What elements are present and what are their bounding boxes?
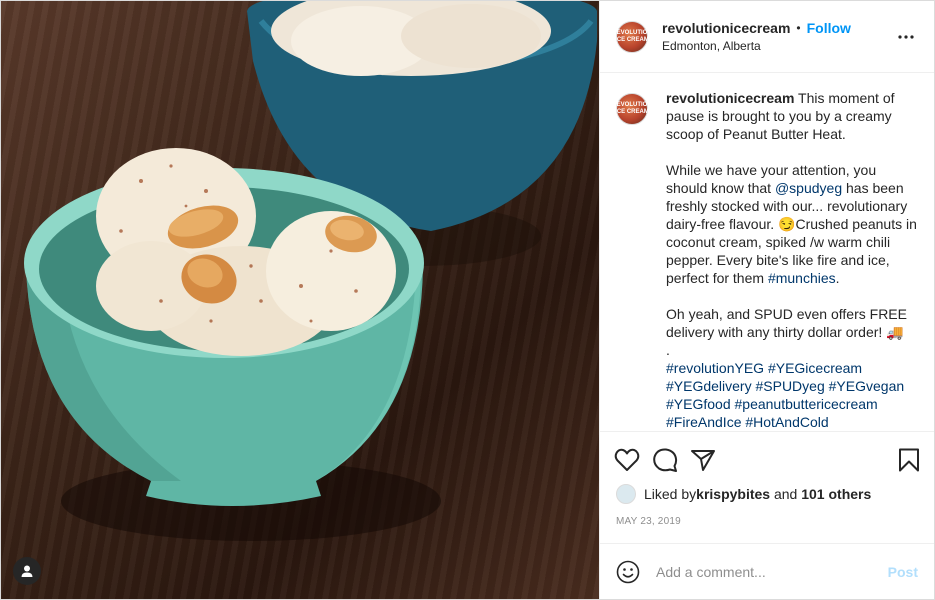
hashtag-link[interactable]: #munchies — [768, 270, 836, 286]
hashtag-link[interactable]: #YEGdelivery — [666, 378, 752, 394]
liker-username[interactable]: krispybites — [696, 486, 770, 502]
smiley-icon[interactable] — [616, 560, 640, 584]
hashtag-link[interactable]: #peanutbuttericecream — [735, 396, 878, 412]
action-icons — [614, 440, 920, 480]
likes-prefix: Liked by — [644, 486, 697, 502]
save-button[interactable] — [880, 440, 920, 480]
post-photo[interactable] — [1, 1, 599, 599]
bookmark-icon — [899, 448, 919, 472]
hashtag-link[interactable]: #YEGvegan — [829, 378, 905, 394]
likes-summary: Liked by krispybites and 101 others — [616, 484, 918, 504]
user-tag-button[interactable] — [13, 557, 41, 585]
follow-button[interactable]: Follow — [807, 20, 851, 36]
hashtag-link[interactable]: #YEGfood — [666, 396, 731, 412]
post-date[interactable]: MAY 23, 2019 — [616, 516, 918, 527]
post-comment-button[interactable]: Post — [888, 564, 918, 580]
add-comment-bar: Post — [600, 543, 934, 599]
comment-input[interactable] — [656, 563, 888, 580]
hashtag-link[interactable]: #SPUDyeg — [755, 378, 824, 394]
hashtag-link[interactable]: #HotAndCold — [745, 414, 828, 430]
caption-text: revolutionicecream This moment of pause … — [666, 89, 918, 431]
username-link[interactable]: revolutionicecream — [662, 20, 790, 36]
avatar-text: REVOLUTION ICE CREAM — [612, 29, 652, 43]
more-options-button[interactable] — [894, 25, 918, 49]
caption: REVOLUTION ICE CREAM revolutionicecream … — [612, 89, 918, 431]
avatar[interactable]: REVOLUTION ICE CREAM — [612, 20, 652, 53]
caption-paragraph-3: Oh yeah, and SPUD even offers FREE deliv… — [666, 306, 911, 340]
post-header: REVOLUTION ICE CREAM revolutionicecream … — [600, 1, 934, 73]
user-tag-icon — [21, 565, 33, 577]
post-header-row: revolutionicecream • Follow — [662, 20, 894, 36]
ice-cream-bowls-illustration — [24, 1, 597, 541]
paper-plane-icon — [691, 450, 715, 471]
location-link[interactable]: Edmonton, Alberta — [662, 39, 894, 53]
mention-link[interactable]: @spudyeg — [775, 180, 842, 196]
comments-area[interactable]: REVOLUTION ICE CREAM revolutionicecream … — [600, 73, 934, 431]
like-button[interactable] — [614, 440, 654, 480]
caption-period: . — [835, 270, 840, 286]
post-side-panel: REVOLUTION ICE CREAM revolutionicecream … — [599, 1, 934, 599]
likes-middle: and — [770, 486, 802, 502]
caption-avatar[interactable]: REVOLUTION ICE CREAM — [612, 93, 652, 125]
comment-icon — [653, 448, 678, 472]
liker-avatar[interactable] — [616, 484, 636, 504]
post-actions: Liked by krispybites and 101 others MAY … — [600, 431, 934, 543]
caption-username[interactable]: revolutionicecream — [666, 90, 794, 106]
likes-others-link[interactable]: 101 others — [801, 486, 871, 502]
comment-button[interactable] — [652, 440, 692, 480]
caption-avatar-text: REVOLUTION ICE CREAM — [612, 102, 652, 115]
hashtag-link[interactable]: #FireAndIce — [666, 414, 741, 430]
share-button[interactable] — [690, 440, 730, 480]
heart-icon — [614, 448, 640, 471]
separator-dot: • — [796, 21, 801, 35]
caption-dot-line: . — [666, 342, 670, 358]
post-header-meta: revolutionicecream • Follow Edmonton, Al… — [662, 20, 894, 53]
hashtag-link[interactable]: #YEGicecream — [768, 360, 862, 376]
hashtag-link[interactable]: #revolutionYEG — [666, 360, 764, 376]
instagram-post: REVOLUTION ICE CREAM revolutionicecream … — [0, 0, 935, 600]
more-dots-icon — [898, 34, 914, 39]
